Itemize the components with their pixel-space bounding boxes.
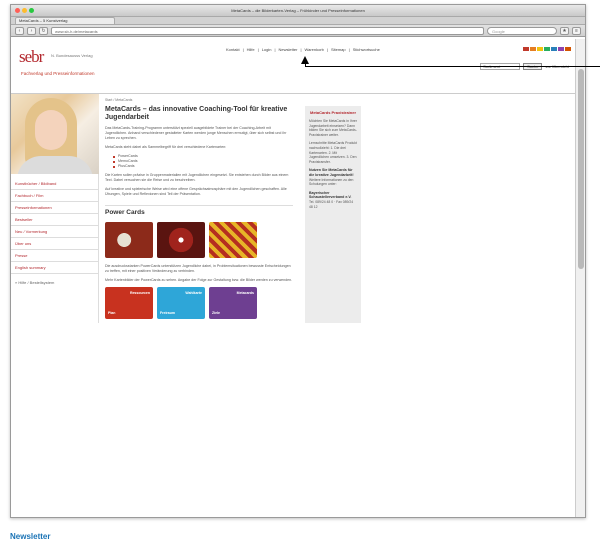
color-swatch bbox=[530, 47, 536, 51]
back-icon[interactable]: ‹ bbox=[15, 26, 24, 35]
card-image[interactable] bbox=[157, 222, 205, 258]
right-bold-text: Bayerischer Schaustellerverband e.V. bbox=[309, 190, 352, 200]
sidebar-item[interactable]: Presse bbox=[11, 250, 98, 262]
top-nav: Kontakt | Hilfe | Login | Newsletter | Waren… bbox=[226, 47, 380, 52]
color-swatch bbox=[544, 47, 550, 51]
section-title: Power Cards bbox=[105, 205, 293, 216]
product-card-label: Metacards bbox=[236, 291, 254, 295]
annotation-arrow bbox=[301, 56, 600, 92]
topnav-hilfe[interactable]: Hilfe bbox=[247, 47, 255, 52]
close-icon[interactable] bbox=[15, 8, 20, 13]
address-bar[interactable]: www.sb-h.de/metacards bbox=[51, 26, 484, 35]
card-type-list: PowerCards MemoCards PlusCards bbox=[113, 154, 293, 169]
traffic-lights bbox=[15, 8, 34, 13]
section-text: Mehr Kartenbilder der PowerCards zu sehe… bbox=[105, 278, 293, 282]
product-card[interactable]: Ressourcen Plan bbox=[105, 287, 153, 319]
right-contact: Tel. 089/24 48 0 · Fax 089/24 48 12 bbox=[309, 199, 354, 209]
color-swatch bbox=[523, 47, 529, 51]
section-text: Die ausdrucksstarken PowerCards unterstü… bbox=[105, 264, 291, 273]
bookmark-icon[interactable]: ★ bbox=[560, 26, 569, 35]
arrow-icon bbox=[301, 56, 309, 64]
product-cards: Ressourcen Plan Wahlkarte Freiraum Metac… bbox=[105, 287, 293, 319]
card-image[interactable] bbox=[209, 222, 257, 258]
product-card-label: Freiraum bbox=[160, 311, 175, 315]
right-sidebar: MetaCards Praxistrainer Möchten Sie Meta… bbox=[305, 106, 361, 323]
logo-tagline: Fachverlag und Presseinformationen bbox=[21, 71, 95, 76]
color-bar bbox=[523, 47, 571, 51]
page-title: MetaCards – das innovative Coaching-Tool… bbox=[105, 106, 288, 121]
sidebar-item[interactable]: Presseinformationen bbox=[11, 202, 98, 214]
right-text: Möchten Sie MetaCards in Ihrer Jugendarb… bbox=[309, 119, 357, 137]
topnav-login[interactable]: Login bbox=[262, 47, 272, 52]
window-title: MetaCards – die Bilderkarten-Verlag – Fr… bbox=[231, 8, 365, 13]
scroll-thumb[interactable] bbox=[578, 69, 584, 269]
reload-icon[interactable]: ↻ bbox=[39, 26, 48, 35]
main-column: Start / MetaCards MetaCards – das innova… bbox=[99, 94, 299, 323]
web-content: sebr N. Bundesausss Verlag Fachverlag un… bbox=[11, 39, 577, 517]
browser-search-input[interactable]: Google bbox=[487, 26, 557, 35]
product-card[interactable]: Metacards Ziele bbox=[209, 287, 257, 319]
intro-text: Das MetaCards-Training-Programm unterstü… bbox=[105, 126, 287, 140]
color-swatch bbox=[537, 47, 543, 51]
topnav-newsletter[interactable]: Newsletter bbox=[279, 47, 298, 52]
portrait-photo bbox=[11, 94, 99, 174]
product-card[interactable]: Wahlkarte Freiraum bbox=[157, 287, 205, 319]
right-text: Lernschritte MetaCards Produkt nachvollz… bbox=[309, 141, 357, 164]
menu-icon[interactable]: ≡ bbox=[572, 26, 581, 35]
topnav-sitemap[interactable]: Sitemap bbox=[331, 47, 346, 52]
forward-icon[interactable]: › bbox=[27, 26, 36, 35]
zoom-icon[interactable] bbox=[29, 8, 34, 13]
sidebar-item[interactable]: Fachbuch / Film bbox=[11, 190, 98, 202]
sidebar-item[interactable]: Bestseller bbox=[11, 214, 98, 226]
sidebar-item[interactable]: Über uns bbox=[11, 238, 98, 250]
sidebar-footer-link[interactable]: » Hilfe / Bestellsystem bbox=[11, 274, 98, 291]
power-cards-images bbox=[105, 222, 293, 258]
breadcrumb[interactable]: Start / MetaCards bbox=[105, 98, 293, 102]
color-swatch bbox=[551, 47, 557, 51]
side-nav: Kunstbücher / Bildband Fachbuch / Film P… bbox=[11, 178, 98, 274]
sidebar-item[interactable]: English summary bbox=[11, 262, 98, 274]
topnav-stichwortsuche[interactable]: Stichwortsuche bbox=[353, 47, 380, 52]
subline-text: MetaCards steht dabei als Sammelbegriff … bbox=[105, 145, 227, 149]
body-text: Die Karten sollen präzise in Gruppenmate… bbox=[105, 173, 289, 182]
right-text: Weitere Informationen zu den Schulungen … bbox=[309, 177, 354, 187]
title-bar: MetaCards – die Bilderkarten-Verlag – Fr… bbox=[11, 5, 585, 17]
sidebar-item[interactable]: Neu / Vormerkung bbox=[11, 226, 98, 238]
product-card-label: Ziele bbox=[212, 311, 220, 315]
right-bold-text: Nutzen Sie MetaCards für die kreative Ju… bbox=[309, 168, 354, 177]
list-item[interactable]: PlusCards bbox=[113, 164, 293, 169]
product-card-label: Ressourcen bbox=[129, 291, 150, 295]
figure-caption: Newsletter bbox=[10, 532, 51, 541]
color-swatch bbox=[558, 47, 564, 51]
card-image[interactable] bbox=[105, 222, 153, 258]
page: MetaCards – die Bilderkarten-Verlag – Fr… bbox=[0, 0, 600, 548]
content-columns: Kunstbücher / Bildband Fachbuch / Film P… bbox=[11, 94, 577, 323]
topnav-kontakt[interactable]: Kontakt bbox=[226, 47, 240, 52]
toolbar: ‹ › ↻ www.sb-h.de/metacards Google ★ ≡ bbox=[11, 25, 585, 37]
browser-tab[interactable]: MetaCards – 5 Kunstverlag bbox=[15, 17, 115, 24]
color-swatch bbox=[565, 47, 571, 51]
product-card-label: Plan bbox=[108, 311, 116, 315]
site-logo[interactable]: sebr N. Bundesausss Verlag Fachverlag un… bbox=[19, 47, 129, 79]
sidebar-item[interactable]: Kunstbücher / Bildband bbox=[11, 178, 98, 190]
tab-bar: MetaCards – 5 Kunstverlag bbox=[11, 17, 585, 25]
body-text: Auf kreative und spielerische Weise wird… bbox=[105, 187, 287, 196]
topnav-warenkorb[interactable]: Warenkorb bbox=[304, 47, 323, 52]
left-column: Kunstbücher / Bildband Fachbuch / Film P… bbox=[11, 94, 99, 323]
logo-name: N. Bundesausss Verlag bbox=[51, 53, 93, 58]
right-heading: MetaCards Praxistrainer bbox=[309, 110, 357, 115]
minimize-icon[interactable] bbox=[22, 8, 27, 13]
product-card-label: Wahlkarte bbox=[185, 291, 202, 295]
scrollbar[interactable] bbox=[575, 39, 585, 517]
